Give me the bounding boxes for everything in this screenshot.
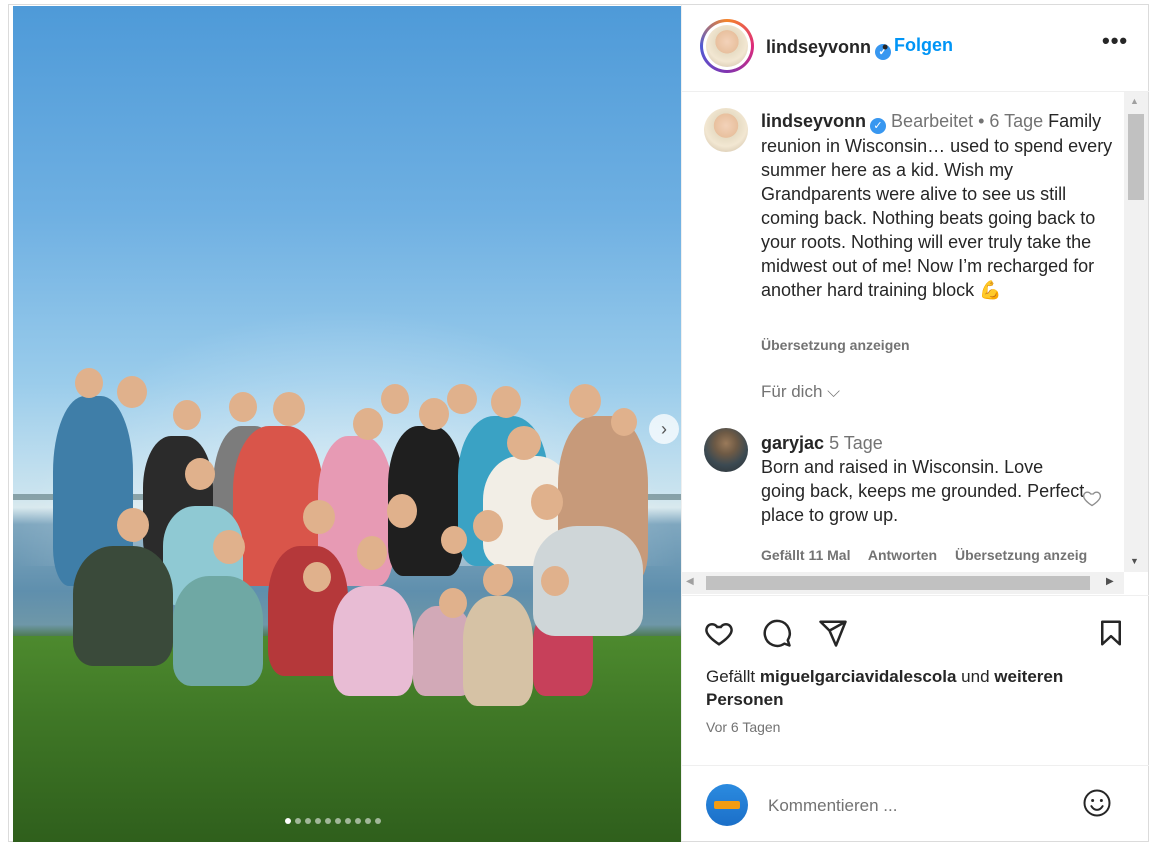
comments-section[interactable]: lindseyvonn ✓ Bearbeitet • 6 Tage Family … [682,92,1124,572]
carousel-dot [285,818,291,824]
author-username-text[interactable]: lindseyvonn [766,37,871,57]
comment-reply-link[interactable]: Antworten [868,547,937,563]
head [507,426,541,460]
carousel-dot [365,818,371,824]
scroll-right-arrow-icon[interactable]: ▶ [1106,576,1114,587]
carousel-dot [305,818,311,824]
head [303,562,331,592]
for-you-filter[interactable]: Für dich ⌵ [761,382,840,402]
head [387,494,417,528]
head [75,368,103,398]
comment-translate-link[interactable]: Übersetzung anzeig [955,547,1087,563]
likes-prefix: Gefällt [706,667,756,686]
person [463,596,533,706]
comment-avatar[interactable] [704,428,748,472]
head [185,458,215,490]
person [333,586,413,696]
head [213,530,245,564]
comment-like-heart-icon[interactable] [1082,488,1102,508]
caption-username[interactable]: lindseyvonn [761,111,866,131]
caption-translate-link[interactable]: Übersetzung anzeigen [761,337,910,353]
person [73,546,173,666]
comment-username[interactable]: garyjac [761,433,824,453]
carousel-dot [345,818,351,824]
author-username[interactable]: lindseyvonn ✓ [766,37,892,60]
vertical-scrollbar[interactable]: ▲ ▼ [1124,92,1148,572]
head [381,384,409,414]
verified-icon: ✓ [870,118,887,134]
scrollbar-thumb[interactable] [706,576,1090,590]
head [531,484,563,520]
head [273,392,305,426]
carousel-dots [285,818,381,824]
scroll-up-arrow-icon[interactable]: ▲ [1130,96,1139,106]
more-options-icon[interactable]: ••• [1096,27,1134,55]
head [117,376,147,408]
author-avatar[interactable] [700,19,754,73]
caption-text: Family reunion in Wisconsin… used to spe… [761,111,1113,300]
head [611,408,637,436]
comment-input[interactable] [766,790,1070,822]
head [229,392,257,422]
post-timestamp[interactable]: Vor 6 Tagen [706,719,780,735]
head [353,408,383,440]
comment-time: 5 Tage [829,433,883,453]
comment: garyjac 5 Tage Born and raised in Wiscon… [761,431,1086,527]
head [441,526,467,554]
post-sidebar: lindseyvonn ✓ • Folgen ••• lindseyvonn ✓ B… [681,5,1149,841]
heart-icon[interactable] [704,618,734,648]
follow-button[interactable]: Folgen [894,35,953,56]
comment-actions: Gefällt 11 Mal Antworten Übersetzung anz… [761,547,1101,563]
liked-by-user[interactable]: miguelgarciavidalescola [760,667,957,686]
avatar-logo [714,801,740,809]
scroll-left-arrow-icon[interactable]: ◀ [686,576,694,587]
head [419,398,449,430]
head [173,400,201,430]
caption-avatar[interactable] [704,108,748,152]
carousel-dot [325,818,331,824]
share-icon[interactable] [818,618,848,648]
person [173,576,263,686]
head [447,384,477,414]
head [473,510,503,542]
horizontal-scrollbar[interactable]: ◀ ▶ [682,572,1124,594]
head [357,536,387,570]
scrollbar-thumb[interactable] [1128,114,1144,200]
post-header: lindseyvonn ✓ • Folgen ••• [682,5,1149,92]
head [117,508,149,542]
carousel-next-button[interactable]: › [649,414,679,444]
post-photo[interactable]: › [13,6,681,842]
head [439,588,467,618]
current-user-avatar[interactable] [706,784,748,826]
comment-likes-count[interactable]: Gefällt 11 Mal [761,547,850,563]
post-actions [682,595,1149,656]
head [483,564,513,596]
caption-meta: Bearbeitet • 6 Tage [891,111,1044,131]
comment-text: Born and raised in Wisconsin. Love going… [761,457,1085,525]
carousel-dot [315,818,321,824]
avatar-border [703,22,751,70]
head [491,386,521,418]
comment-icon[interactable] [762,618,792,648]
likes-summary: Gefällt miguelgarciavidalescola und weit… [706,665,1126,711]
carousel-dot [335,818,341,824]
carousel-dot [295,818,301,824]
likes-connector: und [961,667,990,686]
header-separator: • [882,37,889,57]
emoji-icon[interactable] [1082,788,1112,818]
head [569,384,601,418]
caption: lindseyvonn ✓ Bearbeitet • 6 Tage Family … [761,109,1116,302]
bookmark-icon[interactable] [1096,618,1126,648]
scroll-down-arrow-icon[interactable]: ▼ [1130,556,1139,566]
carousel-dot [375,818,381,824]
carousel-dot [355,818,361,824]
head [541,566,569,596]
avatar-image [706,25,748,67]
head [303,500,335,534]
add-comment-bar [682,765,1149,842]
